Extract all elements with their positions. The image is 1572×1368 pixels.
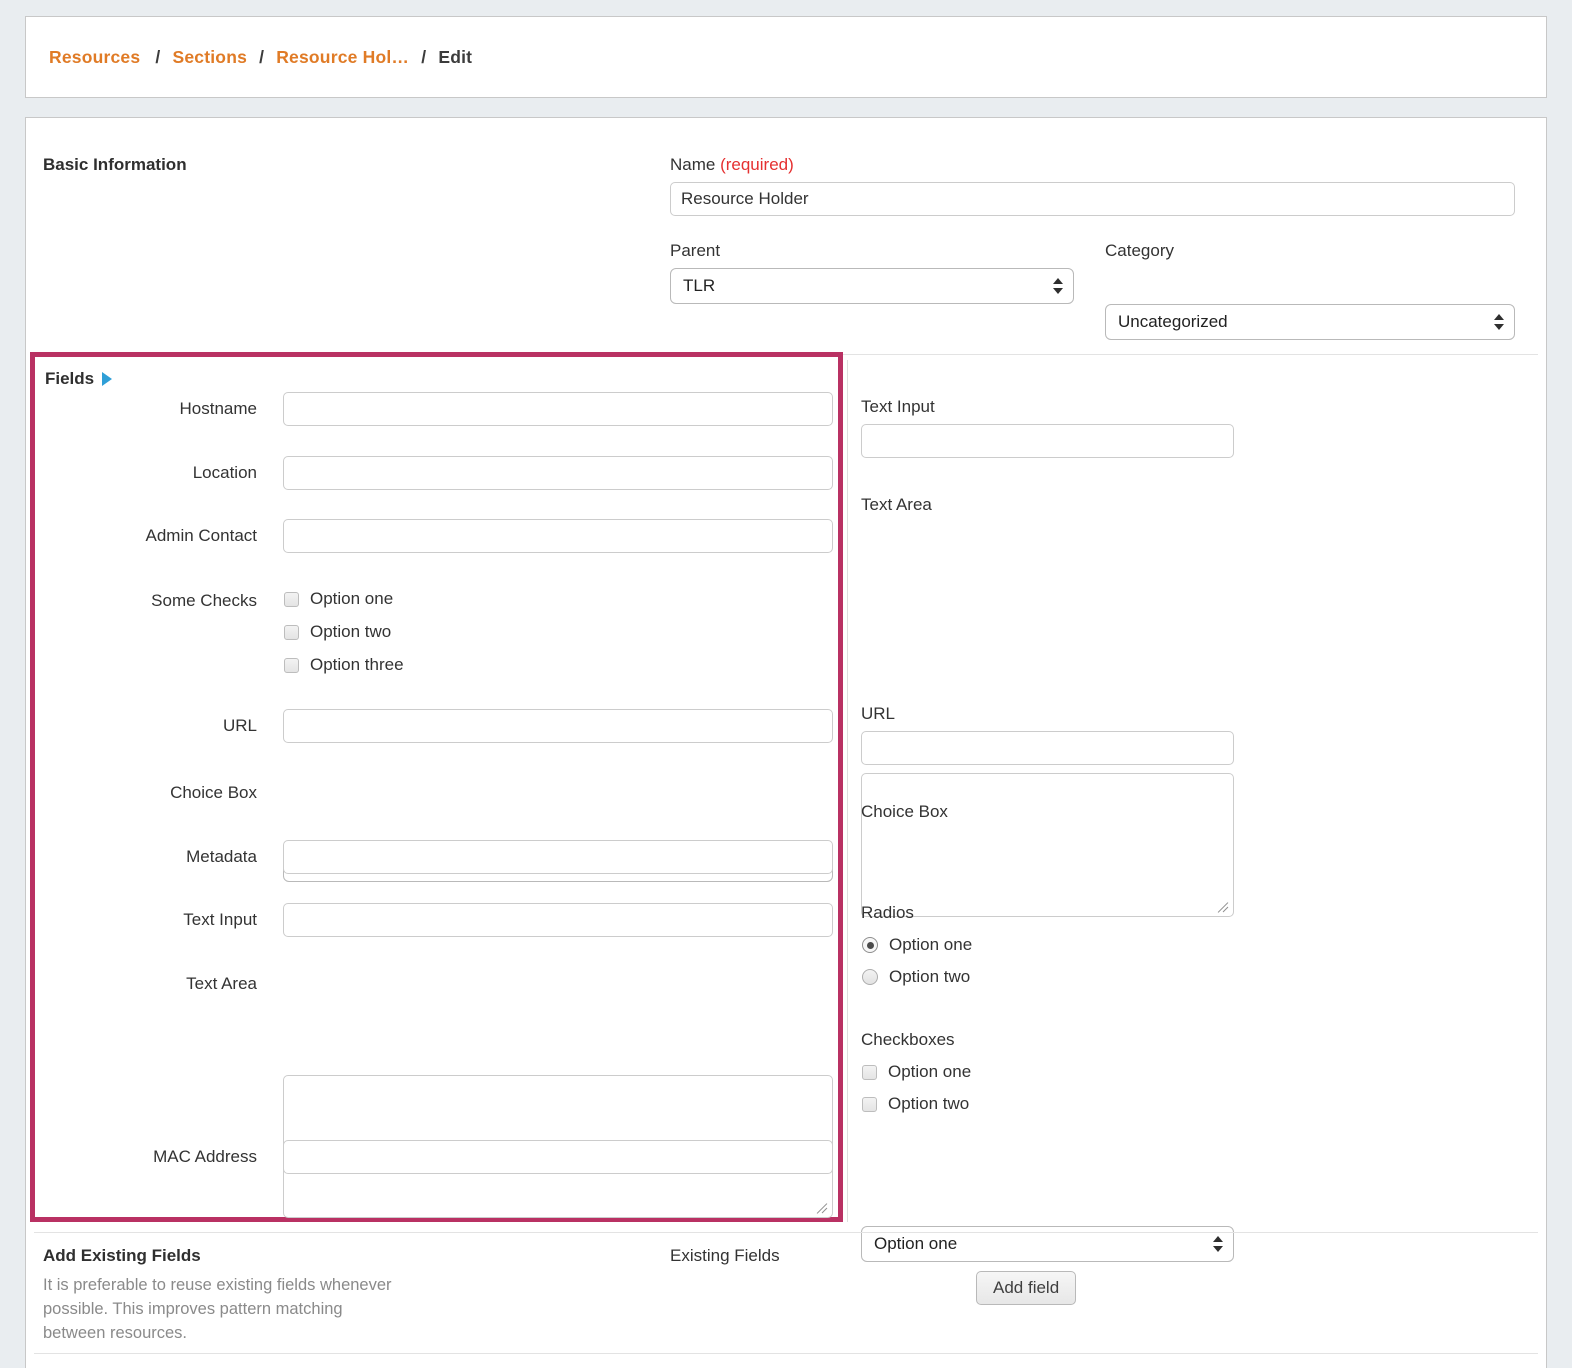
name-label: Name (required) xyxy=(670,155,794,175)
some-checks-option-three-checkbox[interactable] xyxy=(284,658,299,673)
breadcrumb-current-edit: Edit xyxy=(438,47,472,67)
checkbox-option-label: Option one xyxy=(310,589,393,609)
metadata-input[interactable] xyxy=(283,840,833,874)
preview-radio-option-one[interactable] xyxy=(862,937,878,953)
preview-checkbox-option-two[interactable] xyxy=(862,1097,877,1112)
preview-url-input[interactable] xyxy=(861,731,1234,765)
fields-heading-text: Fields xyxy=(45,369,94,388)
breadcrumb-link-sections[interactable]: Sections xyxy=(172,47,247,67)
section-divider xyxy=(34,1353,1538,1354)
breadcrumb: Resources / Sections / Resource Hol… / E… xyxy=(49,47,472,68)
preview-text-area-label: Text Area xyxy=(861,495,932,515)
add-existing-fields-heading: Add Existing Fields xyxy=(43,1246,201,1266)
name-input[interactable] xyxy=(670,182,1515,216)
add-field-button[interactable]: Add field xyxy=(976,1271,1076,1305)
column-divider xyxy=(847,360,848,1222)
some-checks-option-one-checkbox[interactable] xyxy=(284,592,299,607)
breadcrumb-panel: Resources / Sections / Resource Hol… / E… xyxy=(25,16,1547,98)
checkbox-option-label: Option two xyxy=(310,622,391,642)
some-checks-option-two-checkbox[interactable] xyxy=(284,625,299,640)
basic-information-heading: Basic Information xyxy=(43,155,187,175)
preview-choice-box-label: Choice Box xyxy=(861,802,948,822)
required-note: (required) xyxy=(720,155,794,174)
name-label-text: Name xyxy=(670,155,720,174)
preview-url-label: URL xyxy=(861,704,895,724)
hostname-input[interactable] xyxy=(283,392,833,426)
parent-label: Parent xyxy=(670,241,720,261)
breadcrumb-separator: / xyxy=(155,47,160,67)
checkbox-option-label: Option one xyxy=(888,1062,971,1082)
category-label: Category xyxy=(1105,241,1174,261)
resize-handle-icon[interactable] xyxy=(815,1200,829,1214)
select-spinner-icon xyxy=(1213,1236,1223,1252)
choice-box-label: Choice Box xyxy=(45,783,257,803)
category-select-value: Uncategorized xyxy=(1118,312,1228,332)
breadcrumb-link-resources[interactable]: Resources xyxy=(49,47,140,67)
expand-triangle-icon[interactable] xyxy=(102,372,112,386)
edit-form-panel: Basic Information Name (required) Parent… xyxy=(25,117,1547,1368)
admin-contact-input[interactable] xyxy=(283,519,833,553)
preview-checkbox-option-one[interactable] xyxy=(862,1065,877,1080)
mac-address-input[interactable] xyxy=(283,1140,833,1174)
text-area-label: Text Area xyxy=(45,974,257,994)
preview-text-input-label: Text Input xyxy=(861,397,935,417)
breadcrumb-separator: / xyxy=(421,47,426,67)
category-select[interactable]: Uncategorized xyxy=(1105,304,1515,340)
preview-radio-option-two[interactable] xyxy=(862,969,878,985)
checkbox-option-label: Option two xyxy=(888,1094,969,1114)
parent-select[interactable]: TLR xyxy=(670,268,1074,304)
hostname-label: Hostname xyxy=(45,399,257,419)
preview-choice-box-value: Option one xyxy=(874,1234,957,1254)
select-spinner-icon xyxy=(1494,314,1504,330)
metadata-label: Metadata xyxy=(45,847,257,867)
fields-heading: Fields xyxy=(45,369,112,389)
preview-text-area[interactable] xyxy=(861,773,1234,917)
preview-checkboxes-label: Checkboxes xyxy=(861,1030,955,1050)
radio-option-label: Option two xyxy=(889,967,970,987)
preview-radios-label: Radios xyxy=(861,903,914,923)
existing-fields-label: Existing Fields xyxy=(670,1246,780,1266)
parent-select-value: TLR xyxy=(683,276,715,296)
text-input-field[interactable] xyxy=(283,903,833,937)
url-input[interactable] xyxy=(283,709,833,743)
location-label: Location xyxy=(45,463,257,483)
breadcrumb-link-resource-holder[interactable]: Resource Hol… xyxy=(276,47,409,67)
preview-text-input[interactable] xyxy=(861,424,1234,458)
text-input-label: Text Input xyxy=(45,910,257,930)
breadcrumb-separator: / xyxy=(259,47,264,67)
admin-contact-label: Admin Contact xyxy=(45,526,257,546)
add-existing-fields-description: It is preferable to reuse existing field… xyxy=(43,1274,395,1346)
resize-handle-icon[interactable] xyxy=(1216,899,1230,913)
section-divider xyxy=(34,1232,1538,1233)
some-checks-label: Some Checks xyxy=(45,591,257,611)
mac-address-label: MAC Address xyxy=(45,1147,257,1167)
checkbox-option-label: Option three xyxy=(310,655,404,675)
location-input[interactable] xyxy=(283,456,833,490)
radio-option-label: Option one xyxy=(889,935,972,955)
url-label: URL xyxy=(45,716,257,736)
select-spinner-icon xyxy=(1053,278,1063,294)
